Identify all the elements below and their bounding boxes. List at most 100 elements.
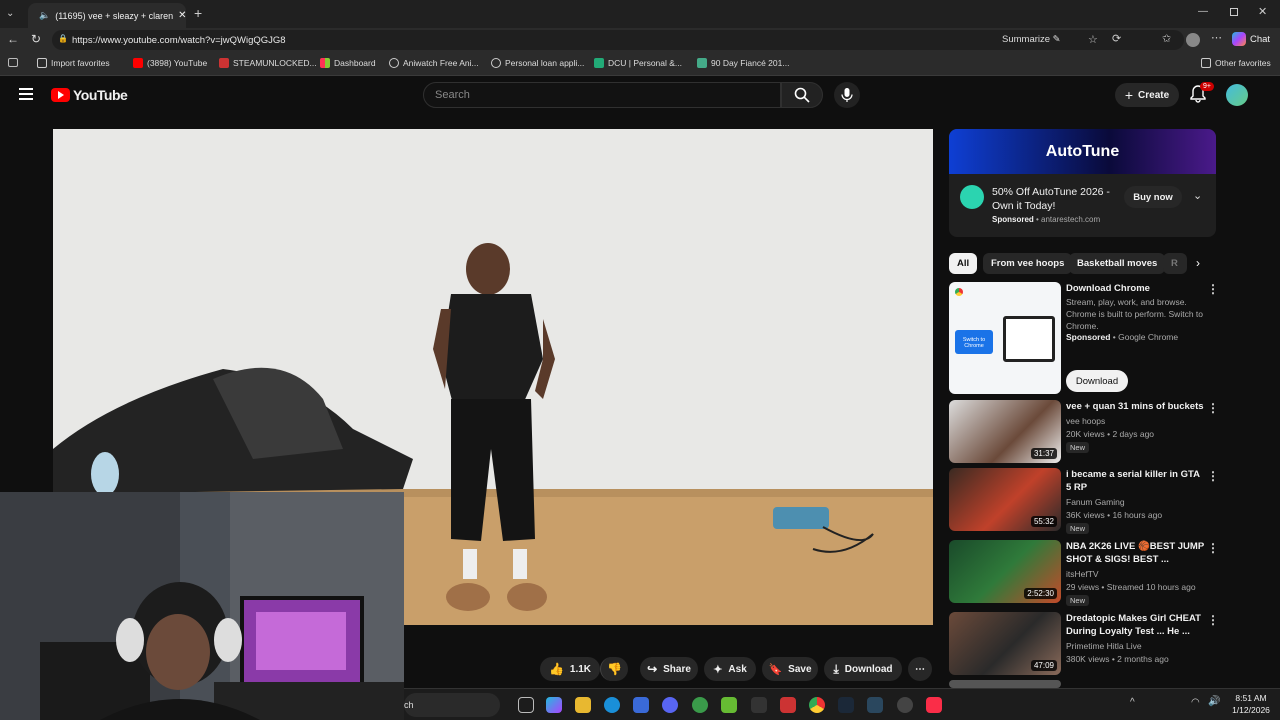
nvidia-icon[interactable] (721, 697, 737, 713)
promo-thumbnail[interactable]: Switch to Chrome (949, 282, 1061, 394)
mail-icon[interactable] (751, 697, 767, 713)
music-icon[interactable] (926, 697, 942, 713)
speaker-icon[interactable]: 🔈 (39, 10, 50, 21)
edge-icon[interactable] (604, 697, 620, 713)
chips-next-icon[interactable]: › (1196, 256, 1200, 270)
rec-channel-2[interactable]: Fanum Gaming (1066, 497, 1125, 507)
chrome-icon[interactable] (809, 697, 825, 713)
task-view-icon[interactable] (518, 697, 534, 713)
save-button[interactable]: 🔖 Save (762, 657, 818, 681)
ask-button[interactable]: ✦ Ask (704, 657, 756, 681)
store-icon[interactable] (633, 697, 649, 713)
favorite-steamunlocked[interactable]: STEAMUNLOCKED... (219, 58, 317, 68)
notifications-button[interactable]: 9+ (1190, 82, 1214, 105)
tray-chevron-icon[interactable]: ^ (1130, 697, 1135, 708)
rec-title-2[interactable]: i became a serial killer in GTA 5 RP (1066, 468, 1206, 494)
rec-thumbnail-3[interactable]: 2:52:30 (949, 540, 1061, 603)
promo-download-button[interactable]: Download (1066, 370, 1128, 392)
app-icon[interactable] (897, 697, 913, 713)
steam-icon[interactable] (838, 697, 854, 713)
webcam-overlay (0, 492, 404, 720)
ad-title[interactable]: 50% Off AutoTune 2026 - Own it Today! (992, 185, 1117, 213)
favorite-90day[interactable]: 90 Day Fiancé 201... (697, 58, 789, 68)
search-input[interactable]: Search (423, 82, 781, 108)
active-tab[interactable]: 🔈 (11695) vee + sleazy + claren ✕ (28, 3, 186, 28)
more-actions-button[interactable]: ⋯ (908, 657, 932, 681)
back-icon[interactable]: ← (7, 32, 19, 46)
discord-icon[interactable] (662, 697, 678, 713)
new-tab-icon[interactable]: + (194, 5, 202, 21)
rec-channel-1[interactable]: vee hoops (1066, 416, 1105, 426)
copilot-taskbar-icon[interactable] (546, 697, 562, 713)
rec-title-3[interactable]: NBA 2K26 LIVE 🏀BEST JUMP SHOT & SIGS! BE… (1066, 540, 1206, 566)
favorite-import[interactable]: Import favorites (37, 58, 110, 68)
rec-more-icon[interactable]: ⋮ (1207, 613, 1219, 627)
create-button[interactable]: + Create (1115, 83, 1179, 107)
chevron-down-icon[interactable]: ⌄ (1193, 189, 1202, 202)
tab-actions-icon[interactable] (8, 58, 18, 67)
voice-search-button[interactable] (834, 82, 860, 108)
favorites-icon[interactable]: ✩ (1162, 32, 1171, 45)
voicemod-icon[interactable] (780, 697, 796, 713)
volume-icon[interactable]: 🔊 (1208, 696, 1220, 707)
favorite-label: Dashboard (334, 58, 376, 68)
rec-channel-3[interactable]: itsHefTV (1066, 569, 1099, 579)
rec-more-icon[interactable]: ⋮ (1207, 541, 1219, 555)
download-button[interactable]: ⤓ Download (824, 657, 902, 681)
buy-now-button[interactable]: Buy now (1124, 186, 1182, 208)
rec-thumbnail-2[interactable]: 55:32 (949, 468, 1061, 531)
favorite-dashboard[interactable]: Dashboard (320, 58, 376, 68)
chip-all[interactable]: All (949, 253, 978, 274)
extensions-icon[interactable]: ⟳ (1112, 32, 1121, 45)
steam-alt-icon[interactable] (867, 697, 883, 713)
chip-label: All (957, 258, 970, 269)
rec-thumbnail-4[interactable]: 47:09 (949, 612, 1061, 675)
rec-title-1[interactable]: vee + quan 31 mins of buckets (1066, 400, 1206, 413)
xbox-icon[interactable] (692, 697, 708, 713)
youtube-header: YouTube Search + Create 9+ (0, 76, 1280, 114)
file-explorer-icon[interactable] (575, 697, 591, 713)
favorite-dcu[interactable]: DCU | Personal &... (594, 58, 682, 68)
ad-banner[interactable]: AutoTune (949, 129, 1216, 174)
minimize-icon[interactable]: — (1198, 6, 1208, 17)
hamburger-menu-icon[interactable] (19, 88, 33, 100)
chip-from-vee-hoops[interactable]: From vee hoops (983, 253, 1073, 274)
rec-more-icon[interactable]: ⋮ (1207, 401, 1219, 415)
promo-description: Stream, play, work, and browse. Chrome i… (1066, 297, 1203, 331)
favorite-youtube[interactable]: (3898) YouTube (133, 58, 207, 68)
more-menu-icon[interactable]: ⋯ (1211, 31, 1222, 44)
restore-icon[interactable] (1230, 8, 1238, 16)
close-tab-icon[interactable]: ✕ (178, 10, 186, 21)
rec-channel-4[interactable]: Primetime Hitla Live (1066, 641, 1142, 651)
clock[interactable]: 8:51 AM 1/12/2026 (1228, 692, 1274, 716)
chip-basketball-moves[interactable]: Basketball moves (1069, 253, 1166, 274)
rec-thumbnail-5-partial[interactable] (949, 680, 1061, 688)
search-button[interactable] (781, 82, 823, 108)
share-button[interactable]: ↪ Share (640, 657, 698, 681)
profile-avatar[interactable] (1186, 33, 1200, 47)
chip-partial[interactable]: R (1163, 253, 1187, 274)
copilot-chat-button[interactable]: Chat (1232, 32, 1270, 46)
favorite-star-icon[interactable]: ☆ (1088, 33, 1098, 46)
account-avatar[interactable] (1226, 84, 1248, 106)
dislike-button[interactable]: 👎 (600, 657, 628, 681)
refresh-icon[interactable]: ↻ (31, 32, 41, 46)
taskbar-search-box[interactable]: ch (404, 693, 500, 717)
url-field[interactable]: 🔒 https://www.youtube.com/watch?v=jwQWig… (52, 30, 1184, 50)
close-window-icon[interactable]: ✕ (1258, 5, 1267, 18)
rec-thumbnail-1[interactable]: 31:37 (949, 400, 1061, 463)
other-favorites[interactable]: Other favorites (1201, 58, 1271, 68)
favorite-aniwatch[interactable]: Aniwatch Free Ani... (389, 58, 479, 68)
rec-more-icon[interactable]: ⋮ (1207, 469, 1219, 483)
promo-more-icon[interactable]: ⋮ (1207, 282, 1219, 296)
favorite-label: (3898) YouTube (147, 58, 208, 68)
network-icon[interactable]: ◠ (1191, 697, 1200, 708)
summarize-button[interactable]: Summarize ✎ (1002, 34, 1061, 45)
tab-list-icon[interactable]: ⌄ (6, 8, 20, 20)
like-button[interactable]: 👍 1.1K (540, 657, 600, 681)
youtube-logo[interactable]: YouTube (51, 87, 128, 103)
rec-title-4[interactable]: Dredatopic Makes Girl CHEAT During Loyal… (1066, 612, 1206, 638)
sponsored-ad-card[interactable]: AutoTune 50% Off AutoTune 2026 - Own it … (949, 129, 1216, 237)
promo-title[interactable]: Download Chrome (1066, 282, 1206, 295)
favorite-loan[interactable]: Personal loan appli... (491, 58, 584, 68)
